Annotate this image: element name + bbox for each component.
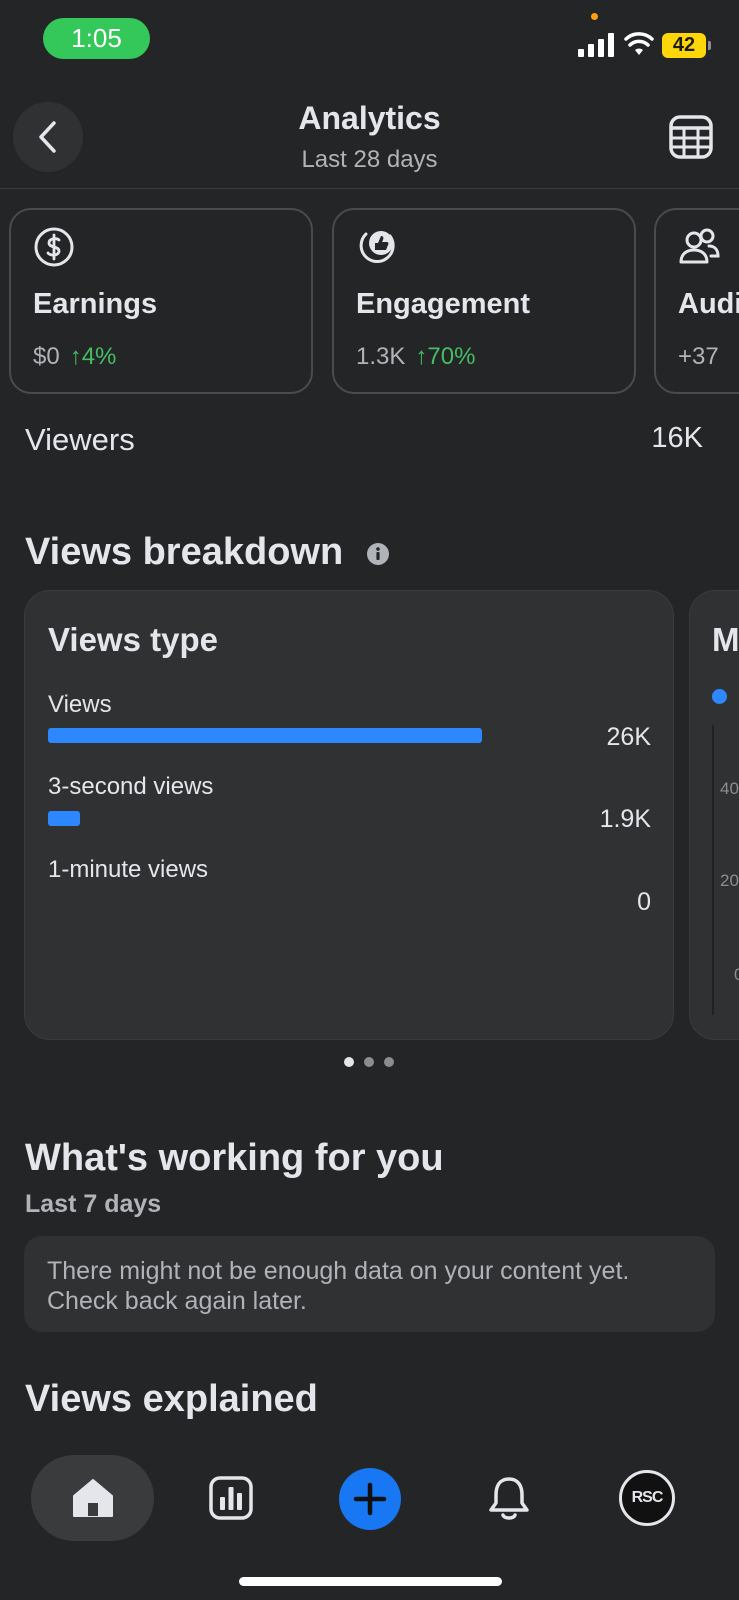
views-type-card[interactable]: Views type Views 26K 3-second views 1.9K… xyxy=(24,590,674,1040)
views-explained-title: Views explained xyxy=(25,1378,318,1420)
next-breakdown-card[interactable]: M 40 20 0 xyxy=(689,590,739,1040)
metric-value: 1.3K ↑70% xyxy=(356,343,476,370)
status-time: 1:05 xyxy=(43,18,150,59)
nav-home[interactable] xyxy=(31,1455,154,1541)
pager-dot[interactable] xyxy=(364,1057,374,1067)
nav-analytics[interactable] xyxy=(203,1470,259,1526)
card-title: Views type xyxy=(48,621,218,658)
viewers-label: Viewers xyxy=(25,422,135,457)
metric-value: +37 xyxy=(678,343,719,370)
tick-label: 0 xyxy=(734,965,739,985)
metric-title: Audi xyxy=(678,288,739,320)
viewers-value: 16K xyxy=(651,422,703,454)
metric-title: Engagement xyxy=(356,288,531,320)
pager-dot[interactable] xyxy=(384,1057,394,1067)
calendar-icon[interactable] xyxy=(667,113,715,161)
no-data-message: There might not be enough data on your c… xyxy=(47,1257,630,1315)
header-divider xyxy=(0,188,739,189)
no-data-message-box: There might not be enough data on your c… xyxy=(24,1236,715,1332)
metric-card-earnings[interactable]: Earnings $0 ↑4% xyxy=(9,208,313,394)
avatar-text: RSC xyxy=(631,1489,664,1506)
nav-create-button[interactable] xyxy=(339,1468,401,1530)
breakdown-bar xyxy=(48,811,80,826)
home-indicator xyxy=(239,1577,502,1586)
breakdown-value: 1.9K xyxy=(599,805,651,833)
battery-tip xyxy=(708,41,711,50)
info-icon[interactable] xyxy=(366,542,390,566)
metric-change: ↑70% xyxy=(415,343,476,370)
whats-working-title: What's working for you xyxy=(25,1137,444,1179)
carousel-pager[interactable] xyxy=(344,1057,396,1069)
whats-working-period: Last 7 days xyxy=(25,1190,162,1218)
views-breakdown-title: Views breakdown xyxy=(25,531,344,573)
bell-icon xyxy=(489,1477,529,1520)
tick-label: 20 xyxy=(720,871,739,890)
date-range-label: Last 28 days xyxy=(301,146,438,173)
privacy-indicator-dot xyxy=(591,13,598,20)
engagement-thumb-icon xyxy=(359,231,395,263)
cellular-signal-icon xyxy=(578,33,614,57)
pager-dot-active[interactable] xyxy=(344,1057,354,1067)
legend-dot xyxy=(712,689,727,704)
wifi-icon xyxy=(624,32,654,55)
card-title-fragment: M xyxy=(712,621,739,658)
breakdown-label: 3-second views xyxy=(48,773,214,800)
breakdown-value: 0 xyxy=(637,888,651,916)
metric-title: Earnings xyxy=(33,288,158,320)
metric-card-audience[interactable]: Audi +37 xyxy=(654,208,739,394)
battery-level: 42 xyxy=(662,33,706,58)
plus-icon xyxy=(353,1482,387,1516)
nav-notifications[interactable] xyxy=(481,1470,537,1526)
audience-people-icon xyxy=(679,228,720,264)
metric-card-engagement[interactable]: Engagement 1.3K ↑70% xyxy=(332,208,636,394)
breakdown-label: 1-minute views xyxy=(48,856,209,883)
nav-profile-avatar[interactable]: RSC xyxy=(619,1470,675,1526)
metric-change: ↑4% xyxy=(69,343,117,370)
breakdown-bar xyxy=(48,728,482,743)
breakdown-label: Views xyxy=(48,691,112,718)
page-title: Analytics xyxy=(298,100,441,136)
tick-label: 40 xyxy=(720,779,739,798)
home-icon xyxy=(72,1479,113,1517)
metric-value: $0 ↑4% xyxy=(33,343,117,370)
breakdown-value: 26K xyxy=(606,723,651,751)
dollar-icon xyxy=(34,227,74,267)
metric-card-audience-clip: Audi +37 xyxy=(654,208,739,394)
bar-chart-icon xyxy=(209,1476,253,1520)
